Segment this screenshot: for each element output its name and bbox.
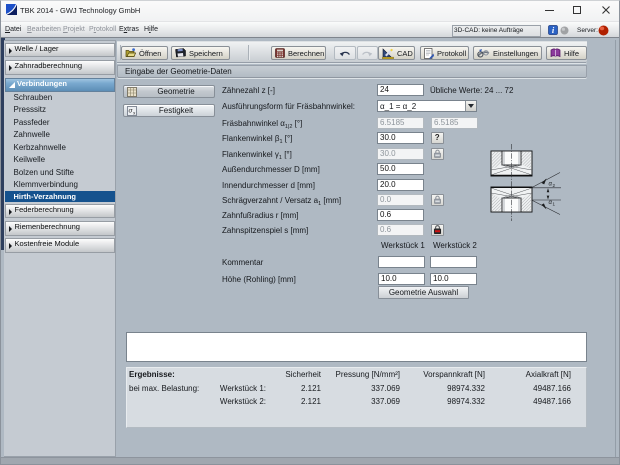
svg-text:2: 2 bbox=[553, 183, 556, 188]
svg-text:1: 1 bbox=[553, 202, 556, 207]
